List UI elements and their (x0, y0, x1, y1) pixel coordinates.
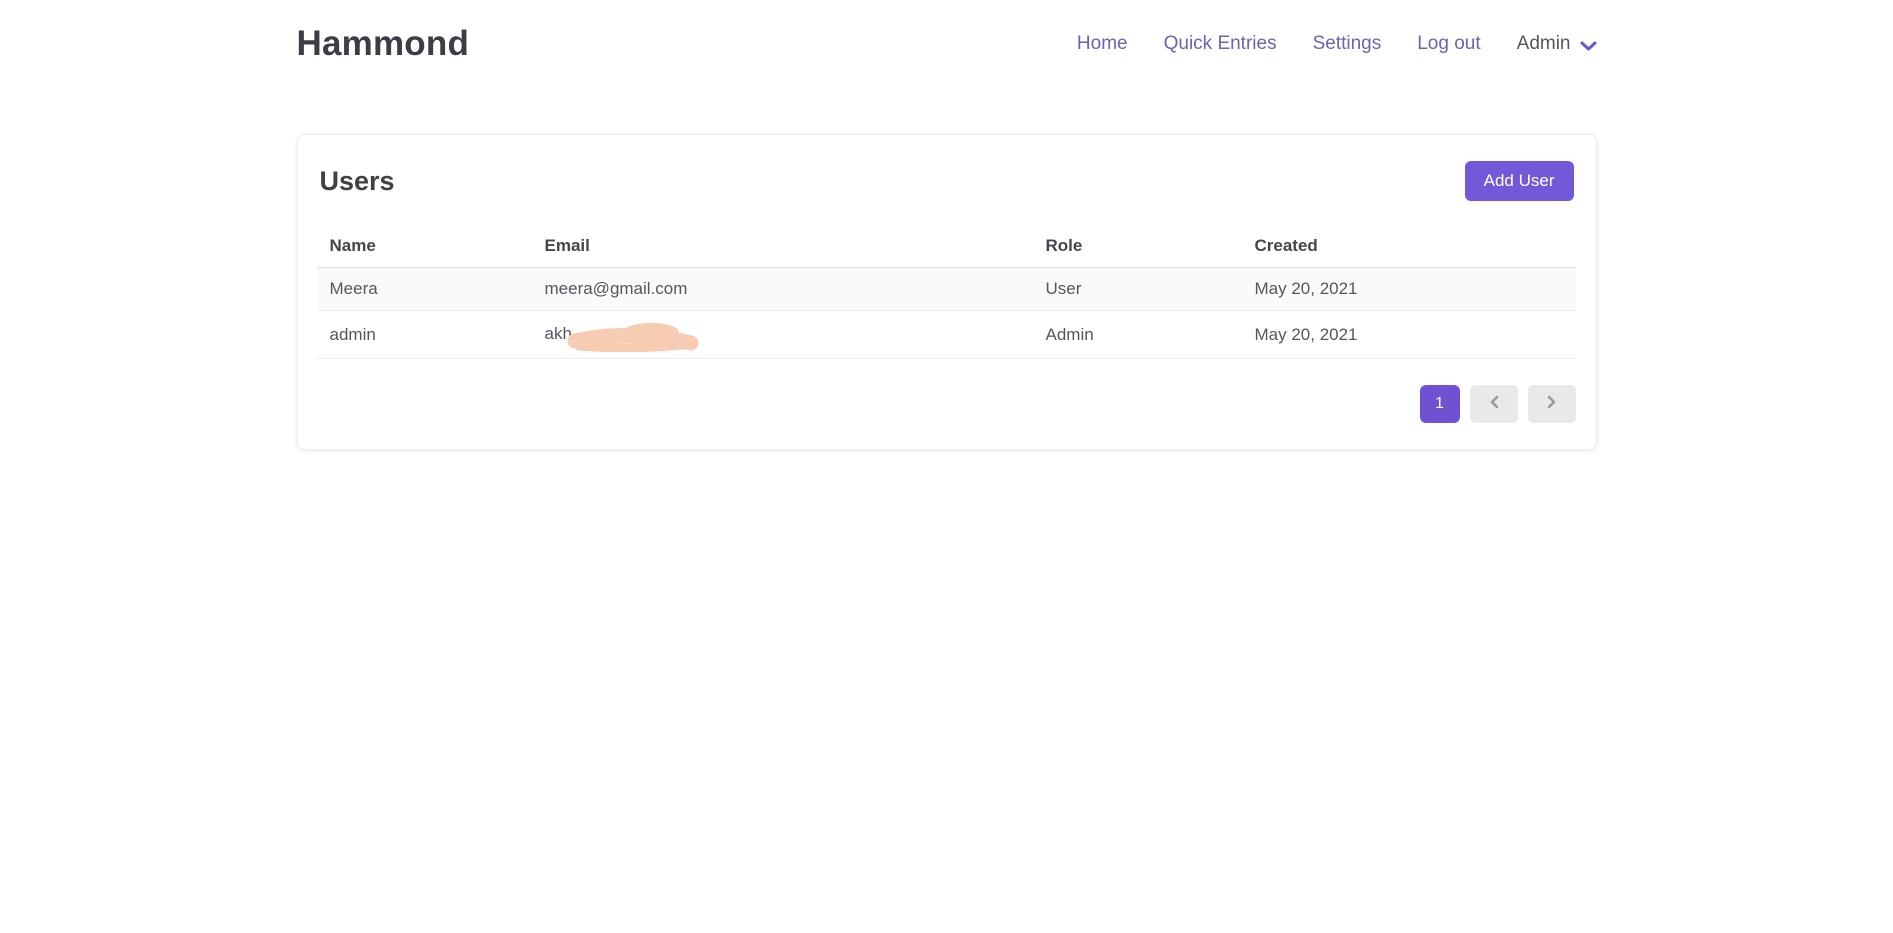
table-row: admin akh Admin May 20, 2021 (318, 311, 1576, 359)
page-title: Users (320, 166, 395, 197)
pagination-page-1-button[interactable]: 1 (1420, 385, 1460, 423)
chevron-right-icon (1547, 395, 1557, 414)
user-menu-dropdown[interactable]: Admin (1517, 33, 1597, 55)
cell-created: May 20, 2021 (1243, 311, 1576, 359)
nav-item-logout[interactable]: Log out (1417, 33, 1480, 55)
page: Hammond Home Quick Entries Settings Log … (0, 0, 1893, 933)
chevron-left-icon (1489, 395, 1499, 414)
brand-logo[interactable]: Hammond (297, 24, 470, 64)
nav-item-settings[interactable]: Settings (1313, 33, 1382, 55)
pagination-prev-button[interactable] (1470, 385, 1518, 423)
table-header-row: Name Email Role Created (318, 225, 1576, 268)
users-table: Name Email Role Created Meera meera@gmai… (318, 225, 1576, 359)
cell-role: Admin (1034, 311, 1243, 359)
cell-email: meera@gmail.com (533, 268, 1034, 311)
nav-item-home[interactable]: Home (1077, 33, 1128, 55)
column-header-email: Email (533, 225, 1034, 268)
header: Hammond Home Quick Entries Settings Log … (0, 0, 1893, 88)
main-nav: Home Quick Entries Settings Log out Admi… (1077, 33, 1597, 55)
column-header-role: Role (1034, 225, 1243, 268)
column-header-name: Name (318, 225, 533, 268)
pagination: 1 (318, 385, 1576, 423)
chevron-down-icon (1580, 40, 1597, 52)
cell-created: May 20, 2021 (1243, 268, 1576, 311)
nav-item-quick-entries[interactable]: Quick Entries (1164, 33, 1277, 55)
redaction-scribble (567, 322, 701, 352)
cell-email: akh (533, 311, 1034, 359)
pagination-next-button[interactable] (1528, 385, 1576, 423)
cell-role: User (1034, 268, 1243, 311)
add-user-button[interactable]: Add User (1465, 161, 1574, 201)
cell-name: Meera (318, 268, 533, 311)
user-menu-label: Admin (1517, 33, 1571, 55)
users-card: Users Add User Name Email Role Created (297, 134, 1597, 450)
table-row: Meera meera@gmail.com User May 20, 2021 (318, 268, 1576, 311)
column-header-created: Created (1243, 225, 1576, 268)
users-card-header: Users Add User (318, 161, 1576, 201)
cell-name: admin (318, 311, 533, 359)
